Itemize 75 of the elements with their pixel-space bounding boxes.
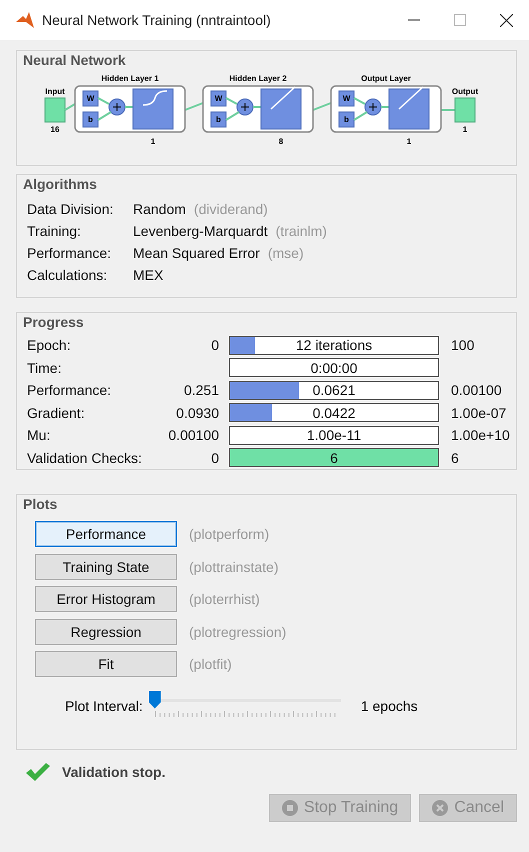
panel-title: Neural Network	[23, 51, 127, 70]
layer-title: Output Layer	[361, 74, 411, 83]
function-name: (plottrainstate)	[189, 558, 278, 575]
app-logo-icon	[16, 12, 34, 28]
progress-label: Gradient:	[27, 404, 86, 421]
layer-bias-label: b	[344, 115, 349, 124]
cancel-icon	[432, 800, 448, 816]
window-title: Neural Network Training (nntraintool)	[42, 12, 272, 28]
algorithm-value: MEX	[133, 267, 164, 283]
function-name: (ploterrhist)	[189, 591, 260, 608]
layer-title: Hidden Layer 2	[229, 74, 287, 83]
function-name: (dividerand)	[194, 201, 268, 217]
panel-title: Progress	[23, 313, 85, 332]
layer-weight-label: W	[342, 94, 350, 103]
start-value: 0	[211, 450, 219, 466]
algorithm-value: Random	[133, 201, 186, 217]
end-value: 1.00e+10	[451, 427, 510, 444]
function-name: (plotfit)	[189, 656, 232, 672]
interval-label: Plot Interval:	[65, 698, 143, 714]
layer-size: 1	[406, 137, 412, 146]
input-label: Input	[45, 87, 65, 96]
function-name: (mse)	[268, 245, 304, 261]
algorithm-value: Mean Squared Error	[133, 245, 260, 261]
progress-label: Performance:	[27, 382, 112, 398]
progress-value: 12 iterations	[296, 337, 372, 354]
end-value: 0.00100	[451, 382, 502, 398]
close-icon[interactable]	[500, 14, 512, 26]
end-value: 6	[451, 450, 459, 466]
start-value: 0.00100	[168, 427, 219, 444]
progress-label: Time:	[27, 360, 62, 376]
function-name: (plotperform)	[189, 526, 270, 542]
output-label: Output	[452, 87, 478, 96]
plot-button[interactable]: Training State	[35, 554, 177, 580]
plot-button[interactable]: Fit	[35, 651, 177, 678]
start-value: 0.251	[184, 382, 219, 398]
layer-size: 8	[278, 137, 284, 146]
panel-title: Plots	[23, 495, 58, 514]
function-name: (trainlm)	[276, 223, 327, 239]
algorithm-label: Performance:	[27, 245, 112, 261]
end-value: 1.00e-07	[451, 404, 506, 421]
layer-size: 1	[150, 137, 156, 146]
progress-label: Epoch:	[27, 337, 72, 354]
progress-value: 6	[330, 450, 338, 466]
stop-icon	[282, 800, 298, 816]
layer-weight-label: W	[214, 94, 222, 103]
layer-weight-label: W	[86, 94, 94, 103]
progress-value: 0:00:00	[310, 360, 358, 376]
end-value: 100	[451, 337, 474, 354]
algorithm-label: Data Division:	[27, 201, 114, 217]
algorithm-label: Training:	[27, 223, 82, 239]
start-value: 0.0930	[176, 404, 219, 421]
slider-thumb[interactable]	[148, 690, 161, 708]
checkmark-icon	[26, 762, 50, 782]
status-message: Validation stop.	[62, 764, 166, 780]
progress-value: 0.0422	[312, 404, 356, 421]
start-value: 0	[211, 337, 219, 354]
algorithm-value: Levenberg-Marquardt	[133, 223, 268, 239]
plot-button[interactable]: Performance	[35, 521, 177, 548]
input-size: 16	[50, 125, 60, 134]
function-name: (plotregression)	[189, 624, 286, 640]
progress-value: 1.00e-11	[306, 427, 362, 444]
layer-bias-label: b	[88, 115, 93, 124]
interval-reading: 1 epochs	[360, 698, 418, 714]
input-node	[44, 98, 66, 122]
plot-button[interactable]: Error Histogram	[35, 586, 177, 612]
progress-label: Validation Checks:	[27, 450, 143, 466]
output-node	[454, 98, 476, 122]
panel-title: Algorithms	[23, 175, 98, 194]
progress-label: Mu:	[27, 427, 52, 444]
algorithm-label: Calculations:	[27, 267, 108, 283]
progress-value: 0.0621	[312, 382, 356, 398]
layer-bias-label: b	[216, 115, 221, 124]
output-size: 1	[462, 125, 468, 134]
layer-title: Hidden Layer 1	[101, 74, 159, 83]
plot-button[interactable]: Regression	[35, 618, 177, 645]
